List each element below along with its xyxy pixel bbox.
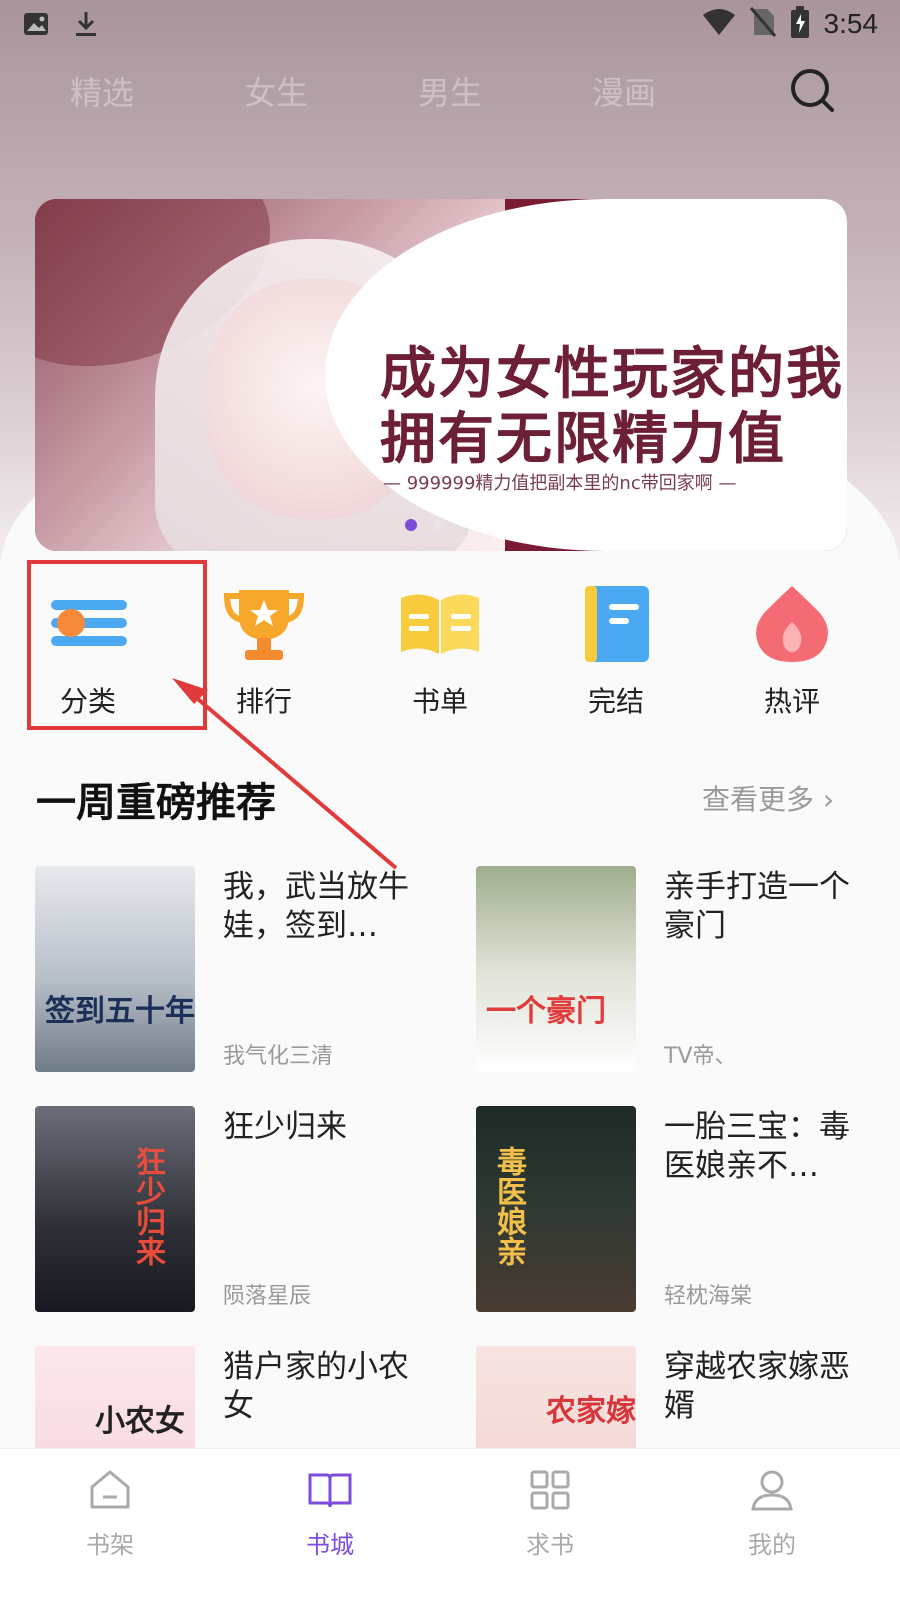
book-author: 轻枕海棠	[664, 1284, 753, 1309]
no-sim-icon	[749, 7, 776, 41]
nav-bookstore[interactable]: 书城	[270, 1467, 390, 1560]
nav-request[interactable]: 求书	[490, 1467, 610, 1560]
top-tabs: 精选 女生 男生 漫画	[70, 68, 656, 114]
book-item[interactable]: 一个豪门 亲手打造一个豪门 TV帝、	[476, 866, 896, 1076]
battery-icon	[790, 6, 810, 42]
category-hot-reviews[interactable]: 热评	[732, 578, 852, 720]
image-notification-icon	[22, 10, 50, 42]
book-title: 穿越农家嫁恶婿	[664, 1349, 850, 1424]
user-icon	[751, 1470, 793, 1511]
category-label: 书单	[411, 685, 468, 718]
book-icon	[308, 1473, 352, 1508]
banner-pagination	[405, 519, 445, 531]
book-item[interactable]: 农家嫁 穿越农家嫁恶婿	[476, 1346, 896, 1448]
banner-dot-active[interactable]	[405, 519, 417, 531]
book-item[interactable]: 小农女 猎户家的小农女	[35, 1346, 455, 1448]
book-item[interactable]: 狂少归来 狂少归来 陨落星辰	[35, 1106, 455, 1316]
trophy-icon	[219, 578, 309, 668]
cover-title: 毒医娘亲	[491, 1146, 526, 1266]
nav-bookshelf[interactable]: 书架	[50, 1467, 170, 1560]
tab-male[interactable]: 男生	[418, 68, 482, 114]
book-cover: 小农女	[35, 1346, 195, 1448]
banner-dot[interactable]	[433, 519, 445, 531]
book-cover: 农家嫁	[476, 1346, 636, 1448]
tab-female[interactable]: 女生	[244, 68, 308, 114]
home-icon	[90, 1470, 130, 1509]
cover-title: 签到五十年	[45, 994, 195, 1029]
status-time: 3:54	[823, 8, 879, 39]
closed-book-icon	[571, 578, 661, 668]
book-title: 猎户家的小农女	[223, 1349, 409, 1424]
promo-banner[interactable]: 成为女性玩家的我 拥有无限精力值 — 999999精力值把副本里的nc带回家啊 …	[35, 199, 847, 551]
category-label: 排行	[235, 685, 292, 718]
grid-icon	[530, 1470, 570, 1510]
search-icon	[791, 69, 834, 112]
book-cover: 狂少归来	[35, 1106, 195, 1312]
book-title: 我，武当放牛娃，签到…	[223, 869, 409, 944]
nav-label: 我的	[748, 1531, 796, 1559]
book-cover: 毒医娘亲	[476, 1106, 636, 1312]
cover-title: 小农女	[95, 1404, 185, 1439]
nav-profile[interactable]: 我的	[712, 1467, 832, 1560]
banner-title-line2: 拥有无限精力值	[380, 407, 786, 472]
see-more-link[interactable]: 查看更多 ›	[702, 778, 834, 818]
highlight-box	[27, 560, 207, 730]
banner-subtitle: — 999999精力值把副本里的nc带回家啊 —	[383, 473, 737, 494]
open-book-icon	[395, 578, 485, 668]
status-bar: 3:54	[0, 0, 900, 48]
download-icon	[72, 10, 100, 42]
book-author: TV帝、	[664, 1044, 737, 1069]
nav-label: 求书	[526, 1531, 574, 1559]
search-button[interactable]	[788, 66, 836, 114]
category-label: 完结	[587, 685, 644, 718]
book-title: 亲手打造一个豪门	[664, 869, 850, 944]
wifi-icon	[702, 7, 736, 41]
flame-icon	[747, 578, 837, 668]
book-cover: 一个豪门	[476, 866, 636, 1072]
cover-title: 一个豪门	[486, 994, 606, 1029]
category-ranking[interactable]: 排行	[204, 578, 324, 720]
book-author: 陨落星辰	[223, 1284, 312, 1309]
bottom-nav: 书架 书城 求书 我的	[0, 1448, 900, 1601]
tab-comics[interactable]: 漫画	[592, 68, 656, 114]
cover-title: 狂少归来	[130, 1146, 165, 1266]
category-booklist[interactable]: 书单	[380, 578, 500, 720]
book-author: 我气化三清	[223, 1044, 334, 1069]
book-title: 一胎三宝：毒医娘亲不…	[664, 1109, 850, 1184]
book-item[interactable]: 签到五十年 我，武当放牛娃，签到… 我气化三清	[35, 866, 455, 1076]
book-cover: 签到五十年	[35, 866, 195, 1072]
nav-label: 书城	[306, 1531, 354, 1559]
book-item[interactable]: 毒医娘亲 一胎三宝：毒医娘亲不… 轻枕海棠	[476, 1106, 896, 1316]
tab-featured[interactable]: 精选	[70, 68, 134, 114]
category-label: 热评	[763, 685, 820, 718]
nav-label: 书架	[86, 1531, 134, 1559]
section-title: 一周重磅推荐	[36, 780, 276, 826]
category-completed[interactable]: 完结	[556, 578, 676, 720]
cover-title: 农家嫁	[546, 1394, 636, 1429]
book-title: 狂少归来	[223, 1109, 347, 1145]
